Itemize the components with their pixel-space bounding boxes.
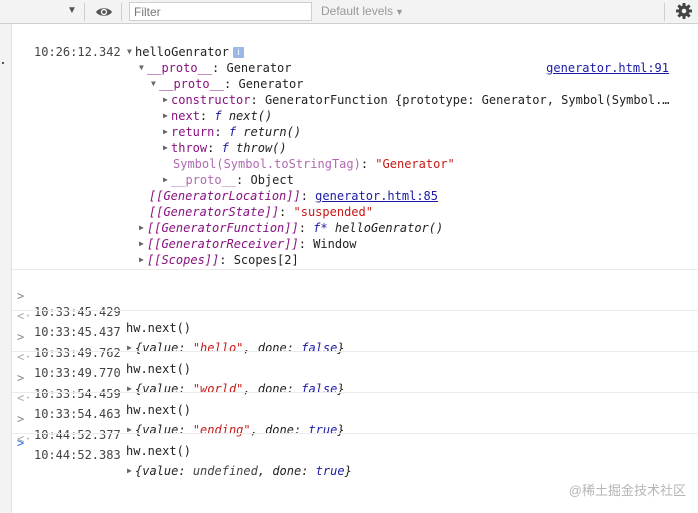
entry-separator: [12, 392, 698, 393]
brace: }: [344, 464, 352, 478]
command-entry: > 10:33:49.762 hw.next(): [0, 313, 698, 376]
log-levels-label: Default levels: [321, 4, 394, 18]
result-entry[interactable]: <· 10:44:52.383 ▶ {value: undefined, done…: [0, 415, 698, 478]
value-key: value:: [142, 464, 186, 478]
expanded-triangle-icon[interactable]: ▼: [139, 60, 147, 76]
property-key: [[GeneratorLocation]]: [149, 189, 301, 203]
property-value: "Generator": [375, 157, 455, 171]
property-key: Symbol(Symbol.toStringTag): [173, 157, 361, 171]
property-key: [[GeneratorFunction]]: [147, 221, 299, 235]
tree-row-state: [[GeneratorState]]: "suspended": [149, 205, 373, 219]
toolbar-separator: [84, 3, 85, 21]
function-keyword: f: [221, 141, 229, 155]
collapsed-triangle-icon[interactable]: ▶: [139, 236, 147, 252]
chevron-down-icon: ▼: [395, 7, 404, 17]
collapsed-triangle-icon[interactable]: ▶: [163, 108, 171, 124]
result-entry[interactable]: <· 10:33:54.463 ▶ {value: "ending", done:…: [0, 374, 698, 437]
collapsed-triangle-icon[interactable]: ▶: [163, 172, 171, 188]
eye-icon[interactable]: [95, 3, 113, 21]
log-entry: 10:26:12.342 generator.html:91: [0, 28, 698, 75]
filter-input[interactable]: [129, 2, 312, 21]
property-value: throw(): [236, 141, 287, 155]
console-output[interactable]: 10:26:12.342 generator.html:91 ▼ helloGen…: [0, 24, 698, 513]
collapsed-triangle-icon[interactable]: ▶: [127, 463, 135, 479]
tree-row-proto[interactable]: ▶ __proto__: Object: [163, 172, 294, 188]
console-toolbar: ▼ Default levels▼: [0, 0, 698, 24]
location-link[interactable]: generator.html:85: [315, 189, 438, 203]
property-value: Scopes[2]: [233, 253, 299, 267]
property-value: helloGenrator(): [334, 221, 444, 235]
entry-separator: [12, 269, 698, 270]
expanded-triangle-icon[interactable]: ▼: [127, 44, 135, 60]
property-value: next(): [228, 109, 273, 123]
property-key: throw: [171, 141, 208, 155]
tree-row-return[interactable]: ▶ return: f return(): [163, 124, 301, 140]
property-key: constructor: [171, 93, 251, 107]
command-entry: > 10:44:52.377 hw.next(): [0, 395, 698, 458]
collapsed-triangle-icon[interactable]: ▶: [139, 252, 147, 268]
property-key: [[GeneratorReceiver]]: [147, 237, 299, 251]
timestamp: 10:44:52.383: [34, 448, 121, 462]
log-levels-dropdown[interactable]: Default levels ▼: [321, 4, 404, 18]
property-key: next: [171, 109, 200, 123]
property-value: GeneratorFunction {prototype: Generator,…: [264, 93, 670, 107]
tree-row-symbol: Symbol(Symbol.toStringTag): "Generator": [173, 157, 455, 171]
tree-row-proto[interactable]: ▼ __proto__: Generator: [151, 76, 304, 92]
property-value: "suspended": [293, 205, 373, 219]
source-link[interactable]: generator.html:91: [546, 60, 669, 76]
property-key: __proto__: [147, 61, 213, 75]
property-key: [[Scopes]]: [147, 253, 220, 267]
result-entry[interactable]: <· 10:33:45.437 ▶ {value: "hello", done: …: [0, 292, 698, 355]
tree-row-receiver[interactable]: ▶ [[GeneratorReceiver]]: Window: [139, 236, 357, 252]
tree-row-function[interactable]: ▶ [[GeneratorFunction]]: f* helloGenrator…: [139, 220, 443, 236]
entry-separator: [12, 310, 698, 311]
command-entry: > 10:33:54.459 hw.next(): [0, 354, 698, 417]
value-undefined: undefined: [192, 464, 258, 478]
function-keyword: f: [228, 125, 237, 139]
property-value: Generator: [238, 77, 304, 91]
toolbar-separator: [664, 3, 665, 21]
property-value: Generator: [226, 61, 292, 75]
property-key: return: [171, 125, 215, 139]
result-entry[interactable]: <· 10:33:49.770 ▶ {value: "world", done: …: [0, 333, 698, 396]
toolbar-separator: [121, 3, 122, 21]
watermark: @稀土掘金技术社区: [568, 483, 686, 498]
command-text: hw.next(): [126, 444, 192, 458]
tree-row-location: [[GeneratorLocation]]: generator.html:85: [149, 189, 438, 203]
function-keyword: f: [214, 109, 222, 123]
tree-row-next[interactable]: ▶ next: f next(): [163, 108, 272, 124]
property-value: Object: [250, 173, 294, 187]
result-object[interactable]: ▶ {value: undefined, done: true}: [127, 463, 352, 479]
property-key: __proto__: [159, 77, 225, 91]
function-keyword: f*: [313, 221, 328, 235]
expanded-triangle-icon[interactable]: ▼: [151, 76, 159, 92]
done-key: done:: [272, 464, 309, 478]
property-key: [[GeneratorState]]: [149, 205, 280, 219]
property-value: Window: [313, 237, 357, 251]
console-prompt-icon[interactable]: >: [17, 436, 24, 450]
object-title: helloGenrator: [135, 45, 229, 59]
collapsed-triangle-icon[interactable]: ▶: [163, 92, 171, 108]
collapsed-triangle-icon[interactable]: ▶: [163, 124, 171, 140]
gear-icon[interactable]: [675, 2, 693, 20]
tree-row-throw[interactable]: ▶ throw: f throw(): [163, 140, 287, 156]
generator-object[interactable]: ▼ helloGenrator i: [127, 44, 244, 60]
info-icon[interactable]: i: [232, 47, 244, 58]
timestamp: 10:26:12.342: [34, 45, 121, 59]
tree-row-constructor[interactable]: ▶ constructor: GeneratorFunction {prototy…: [163, 92, 670, 108]
command-entry: > 10:33:45.429 hw.next(): [0, 272, 698, 335]
tree-row-scopes[interactable]: ▶ [[Scopes]]: Scopes[2]: [139, 252, 299, 268]
property-value: return(): [243, 125, 302, 139]
tree-row-proto[interactable]: ▼ __proto__: Generator: [139, 60, 292, 76]
property-key: __proto__: [171, 173, 237, 187]
done-value: true: [315, 464, 345, 478]
entry-separator: [12, 351, 698, 352]
collapsed-triangle-icon[interactable]: ▶: [139, 220, 147, 236]
entry-separator: [12, 433, 698, 434]
collapsed-triangle-icon[interactable]: ▶: [163, 140, 171, 156]
context-dropdown-icon[interactable]: ▼: [67, 5, 77, 16]
